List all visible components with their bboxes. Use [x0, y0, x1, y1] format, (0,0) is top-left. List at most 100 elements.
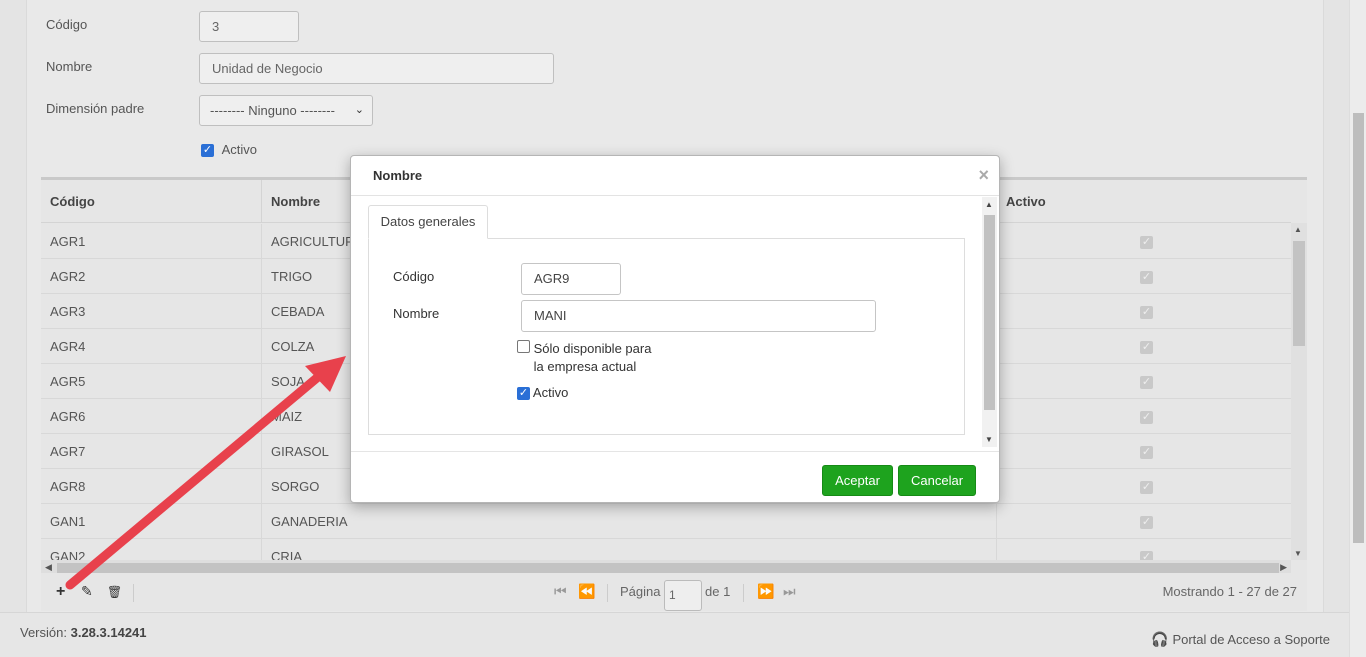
scroll-down-icon[interactable]: ▼	[985, 435, 993, 444]
dimension-padre-value: -------- Ninguno --------	[210, 103, 335, 118]
solo-empresa-label-line1: Sólo disponible para	[533, 341, 652, 356]
activo-check-icon: ✓	[1140, 446, 1153, 460]
solo-empresa-checkbox[interactable]	[517, 340, 530, 353]
cell-activo: ✓	[997, 364, 1291, 399]
divider	[133, 584, 134, 602]
support-portal-link[interactable]: 🎧 Portal de Acceso a Soporte	[1151, 631, 1330, 648]
activo-check-icon: ✓	[1140, 306, 1153, 320]
support-link-label: Portal de Acceso a Soporte	[1172, 632, 1330, 647]
cell-activo: ✓	[997, 399, 1291, 434]
next-page-icon[interactable]: ⏩	[757, 583, 774, 600]
page-scrollbar[interactable]	[1349, 0, 1366, 657]
cell-codigo: AGR2	[41, 259, 262, 294]
edit-dialog: Nombre × Datos generales Código AGR9 Nom…	[350, 155, 1000, 503]
previous-page-icon[interactable]: ⏪	[578, 583, 595, 600]
cell-codigo: AGR3	[41, 294, 262, 329]
record-count: Mostrando 1 - 27 de 27	[1162, 584, 1297, 599]
grid-vertical-scrollbar[interactable]: ▲ ▼	[1291, 223, 1307, 560]
dialog-scrollbar[interactable]: ▲ ▼	[982, 197, 997, 447]
cancel-button[interactable]: Cancelar	[898, 465, 976, 496]
cell-activo: ✓	[997, 504, 1291, 539]
activo-check-icon: ✓	[1140, 236, 1153, 250]
version-info: Versión: 3.28.3.14241	[20, 625, 147, 640]
scrollbar-thumb[interactable]	[57, 563, 1279, 573]
dimension-padre-label: Dimensión padre	[46, 101, 145, 116]
modal-nombre-label: Nombre	[393, 306, 440, 321]
activo-check-icon: ✓	[1140, 411, 1153, 425]
chevron-down-icon: ⌄	[354, 104, 364, 116]
scrollbar-thumb[interactable]	[1353, 113, 1364, 543]
codigo-field[interactable]: 3	[199, 11, 299, 42]
page-total-label: de 1	[705, 584, 731, 599]
cell-codigo: AGR1	[41, 224, 262, 259]
scroll-up-icon[interactable]: ▲	[1294, 225, 1302, 234]
scroll-left-icon[interactable]: ◀	[45, 562, 52, 573]
grid-pager: + ✎ 🗑 ⏮ ⏪ Página 1 de 1 ⏩ ⏭ Mostrando 1 …	[41, 573, 1307, 611]
dialog-footer: Aceptar Cancelar	[351, 451, 999, 503]
activo-checkbox-group[interactable]: ✓ Activo	[201, 142, 258, 158]
trash-icon[interactable]: 🗑	[107, 585, 122, 599]
activo-check-icon: ✓	[1140, 271, 1153, 285]
scrollbar-thumb[interactable]	[984, 215, 995, 410]
close-icon[interactable]: ×	[978, 165, 989, 186]
table-row[interactable]: GAN1 GANADERIA ✓	[41, 504, 1291, 539]
dialog-title: Nombre	[373, 168, 423, 183]
solo-empresa-checkbox-group[interactable]: Sólo disponible para la empresa actual	[517, 340, 651, 376]
last-page-icon[interactable]: ⏭	[783, 583, 796, 600]
activo-check-icon: ✓	[1140, 341, 1153, 355]
scrollbar-thumb[interactable]	[1293, 241, 1305, 346]
modal-codigo-label: Código	[393, 269, 435, 284]
modal-activo-label: Activo	[532, 385, 569, 400]
first-page-icon[interactable]: ⏮	[554, 583, 567, 600]
divider	[743, 584, 744, 602]
version-label: Versión:	[20, 625, 67, 640]
footer: Versión: 3.28.3.14241 🎧 Portal de Acceso …	[0, 612, 1366, 657]
solo-empresa-label: Sólo disponible para la empresa actual	[534, 340, 652, 376]
page-number-input[interactable]: 1	[664, 580, 702, 611]
dimension-padre-select[interactable]: -------- Ninguno -------- ⌄	[199, 95, 373, 126]
modal-codigo-field[interactable]: AGR9	[521, 263, 621, 295]
activo-label: Activo	[221, 142, 258, 157]
headset-icon: 🎧	[1151, 631, 1169, 647]
accept-button[interactable]: Aceptar	[822, 465, 893, 496]
edit-icon[interactable]: ✎	[81, 583, 93, 600]
modal-activo-checkbox-group[interactable]: ✓ Activo	[517, 385, 569, 401]
column-header-codigo[interactable]: Código	[41, 180, 262, 223]
tab-datos-generales[interactable]: Datos generales	[368, 205, 488, 239]
codigo-label: Código	[46, 17, 88, 32]
cell-codigo: AGR6	[41, 399, 262, 434]
modal-activo-checkbox[interactable]: ✓	[517, 387, 530, 401]
nombre-field[interactable]: Unidad de Negocio	[199, 53, 554, 84]
cell-codigo: AGR7	[41, 434, 262, 469]
column-header-activo[interactable]: Activo	[997, 180, 1291, 223]
cell-activo: ✓	[997, 329, 1291, 364]
scroll-down-icon[interactable]: ▼	[1294, 549, 1302, 558]
cell-codigo: AGR5	[41, 364, 262, 399]
activo-check-icon: ✓	[1140, 481, 1153, 495]
cell-activo: ✓	[997, 259, 1291, 294]
dialog-header: Nombre ×	[351, 156, 999, 196]
divider	[607, 584, 608, 602]
dialog-body: Datos generales Código AGR9 Nombre MANI …	[351, 197, 999, 451]
scroll-up-icon[interactable]: ▲	[985, 200, 993, 209]
activo-check-icon: ✓	[1140, 376, 1153, 390]
scroll-right-icon[interactable]: ▶	[1280, 562, 1287, 573]
cell-activo: ✓	[997, 224, 1291, 259]
cell-nombre: GANADERIA	[262, 504, 997, 539]
cell-activo: ✓	[997, 469, 1291, 504]
pagina-label: Página	[620, 584, 661, 599]
cell-activo: ✓	[997, 294, 1291, 329]
activo-check-icon: ✓	[1140, 516, 1153, 530]
add-icon[interactable]: +	[56, 583, 65, 601]
cell-codigo: GAN1	[41, 504, 262, 539]
tab-panel: Código AGR9 Nombre MANI Sólo disponible …	[368, 238, 965, 435]
cell-codigo: AGR8	[41, 469, 262, 504]
activo-checkbox[interactable]: ✓	[201, 144, 214, 158]
version-number: 3.28.3.14241	[70, 625, 147, 640]
nombre-label: Nombre	[46, 59, 93, 74]
grid-horizontal-scrollbar[interactable]: ◀ ▶	[41, 560, 1291, 573]
cell-activo: ✓	[997, 434, 1291, 469]
solo-empresa-label-line2: la empresa actual	[533, 359, 637, 374]
cell-codigo: AGR4	[41, 329, 262, 364]
modal-nombre-field[interactable]: MANI	[521, 300, 876, 332]
